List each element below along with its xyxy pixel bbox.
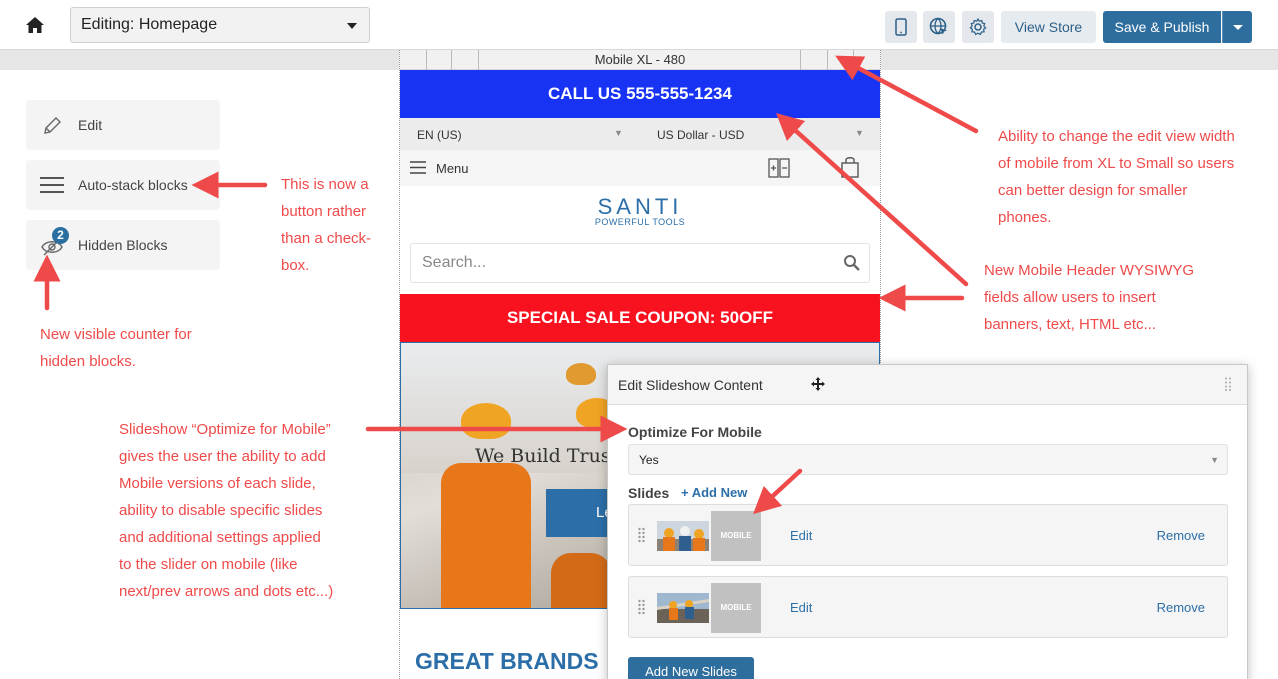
search-input[interactable]: Search... (410, 243, 870, 283)
hidden-count-badge: 2 (52, 227, 69, 244)
page-select-value: Editing: Homepage (81, 16, 218, 33)
home-icon (26, 17, 44, 33)
shopping-bag-icon[interactable] (840, 156, 860, 178)
annotation-slideshow-note: Slideshow “Optimize for Mobile” gives th… (119, 416, 333, 605)
search-icon[interactable] (843, 254, 861, 272)
edit-slide-link[interactable]: Edit (790, 600, 812, 615)
auto-stack-label: Auto-stack blocks (78, 177, 188, 193)
optimize-mobile-label: Optimize For Mobile (628, 424, 762, 440)
pencil-icon (44, 117, 61, 134)
mobile-slide-placeholder[interactable]: MOBILE (711, 583, 761, 633)
modal-header[interactable]: Edit Slideshow Content (608, 365, 1247, 405)
gear-icon (969, 18, 987, 36)
currency-select[interactable]: US Dollar - USD (657, 128, 744, 142)
compare-icon[interactable] (768, 157, 790, 179)
optimize-mobile-value: Yes (639, 453, 659, 467)
chevron-down-icon: ▼ (614, 128, 623, 138)
remove-slide-link[interactable]: Remove (1157, 600, 1205, 615)
slide-thumbnail (657, 593, 709, 623)
slide-headline: We Build Trust, (475, 445, 625, 467)
annotation-line: can better design for smaller (998, 182, 1188, 199)
chevron-down-icon: ▼ (1210, 455, 1219, 465)
mobile-view-button[interactable] (885, 11, 917, 43)
slide-thumbnail (657, 521, 709, 551)
move-icon[interactable] (811, 377, 825, 391)
globe-cursor-icon (929, 17, 947, 35)
auto-stack-button[interactable]: Auto-stack blocks (26, 160, 220, 210)
annotation-header-note: New Mobile Header WYSIWYG fields allow u… (984, 257, 1194, 338)
drag-handle-icon[interactable] (638, 527, 645, 543)
chevron-down-icon (347, 23, 357, 29)
call-us-banner[interactable]: CALL US 555-555-1234 (400, 70, 880, 118)
worker-shape (551, 553, 611, 608)
annotation-line: and additional settings applied (119, 529, 321, 546)
edit-button[interactable]: Edit (26, 100, 220, 150)
brands-heading: GREAT BRANDS (415, 648, 599, 674)
annotation-line: to the slider on mobile (like (119, 556, 298, 573)
edit-slide-link[interactable]: Edit (790, 528, 812, 543)
slides-label: Slides (628, 485, 670, 501)
add-new-slide-link[interactable]: + Add New (681, 485, 747, 500)
annotation-line: New Mobile Header WYSIWYG (984, 262, 1195, 279)
modal-title: Edit Slideshow Content (618, 377, 763, 393)
remove-slide-link[interactable]: Remove (1157, 528, 1205, 543)
annotation-line: Ability to change the edit view width (998, 128, 1235, 145)
drag-handle-icon[interactable] (638, 599, 645, 615)
mobile-device-icon (895, 18, 907, 36)
annotation-line: banners, text, HTML etc... (984, 316, 1157, 333)
edit-label: Edit (78, 117, 103, 133)
sale-coupon-banner[interactable]: SPECIAL SALE COUPON: 50OFF (400, 294, 880, 342)
add-new-slides-button[interactable]: Add New Slides (628, 657, 754, 679)
chevron-down-icon: ▼ (855, 128, 864, 138)
logo-brand: SANTI (597, 194, 683, 219)
grip-icon[interactable] (1225, 377, 1231, 391)
language-select[interactable]: EN (US) (417, 128, 462, 142)
annotation-line: than a check- (281, 230, 372, 247)
mobile-menu-bar: Menu (400, 150, 880, 186)
annotation-width-note: Ability to change the edit view width of… (998, 123, 1235, 231)
view-store-button[interactable]: View Store (1001, 11, 1096, 43)
annotation-button-note: This is now a button rather than a check… (281, 171, 371, 279)
annotation-line: Mobile versions of each slide, (119, 475, 316, 492)
home-button[interactable] (22, 12, 48, 38)
slide-row: MOBILE Edit Remove (628, 576, 1228, 638)
worker-shape (441, 463, 531, 608)
annotation-line: fields allow users to insert (984, 289, 1156, 306)
language-button[interactable] (923, 11, 955, 43)
helmet-shape (461, 403, 511, 439)
slide-row: MOBILE Edit Remove (628, 504, 1228, 566)
publish-options-dropdown[interactable] (1222, 11, 1252, 43)
top-toolbar: Editing: Homepage View Store Save & Publ… (0, 0, 1278, 50)
viewport-width-label: Mobile XL - 480 (594, 52, 686, 67)
search-placeholder: Search... (422, 254, 487, 271)
annotation-line: ability to disable specific slides (119, 502, 323, 519)
logo-tagline: POWERFUL TOOLS (594, 217, 686, 227)
annotation-line: button rather (281, 203, 367, 220)
annotation-counter-note: New visible counter for hidden blocks. (40, 321, 192, 375)
hidden-blocks-label: Hidden Blocks (78, 237, 168, 253)
mobile-slide-placeholder[interactable]: MOBILE (711, 511, 761, 561)
save-publish-button[interactable]: Save & Publish (1103, 11, 1221, 43)
annotation-line: This is now a (281, 176, 369, 193)
menu-label[interactable]: Menu (436, 161, 469, 176)
annotation-line: Slideshow “Optimize for Mobile” (119, 421, 331, 438)
hamburger-icon[interactable] (410, 161, 426, 174)
annotation-line: New visible counter for (40, 326, 192, 343)
locale-bar: EN (US) ▼ US Dollar - USD ▼ (400, 118, 880, 150)
optimize-mobile-select[interactable]: Yes ▼ (628, 444, 1228, 475)
hamburger-icon (40, 177, 64, 193)
page-select[interactable]: Editing: Homepage (70, 7, 370, 43)
edit-slideshow-modal: Edit Slideshow Content Optimize For Mobi… (607, 364, 1248, 679)
store-logo[interactable]: SANTI POWERFUL TOOLS (400, 196, 880, 227)
annotation-line: hidden blocks. (40, 353, 136, 370)
annotation-line: gives the user the ability to add (119, 448, 326, 465)
annotation-line: next/prev arrows and dots etc...) (119, 583, 334, 600)
annotation-line: phones. (998, 209, 1052, 226)
helmet-shape (566, 363, 596, 385)
settings-button[interactable] (962, 11, 994, 43)
viewport-width-ruler[interactable]: Mobile XL - 480 (400, 50, 880, 70)
annotation-line: of mobile from XL to Small so users (998, 155, 1235, 172)
annotation-line: box. (281, 257, 310, 274)
